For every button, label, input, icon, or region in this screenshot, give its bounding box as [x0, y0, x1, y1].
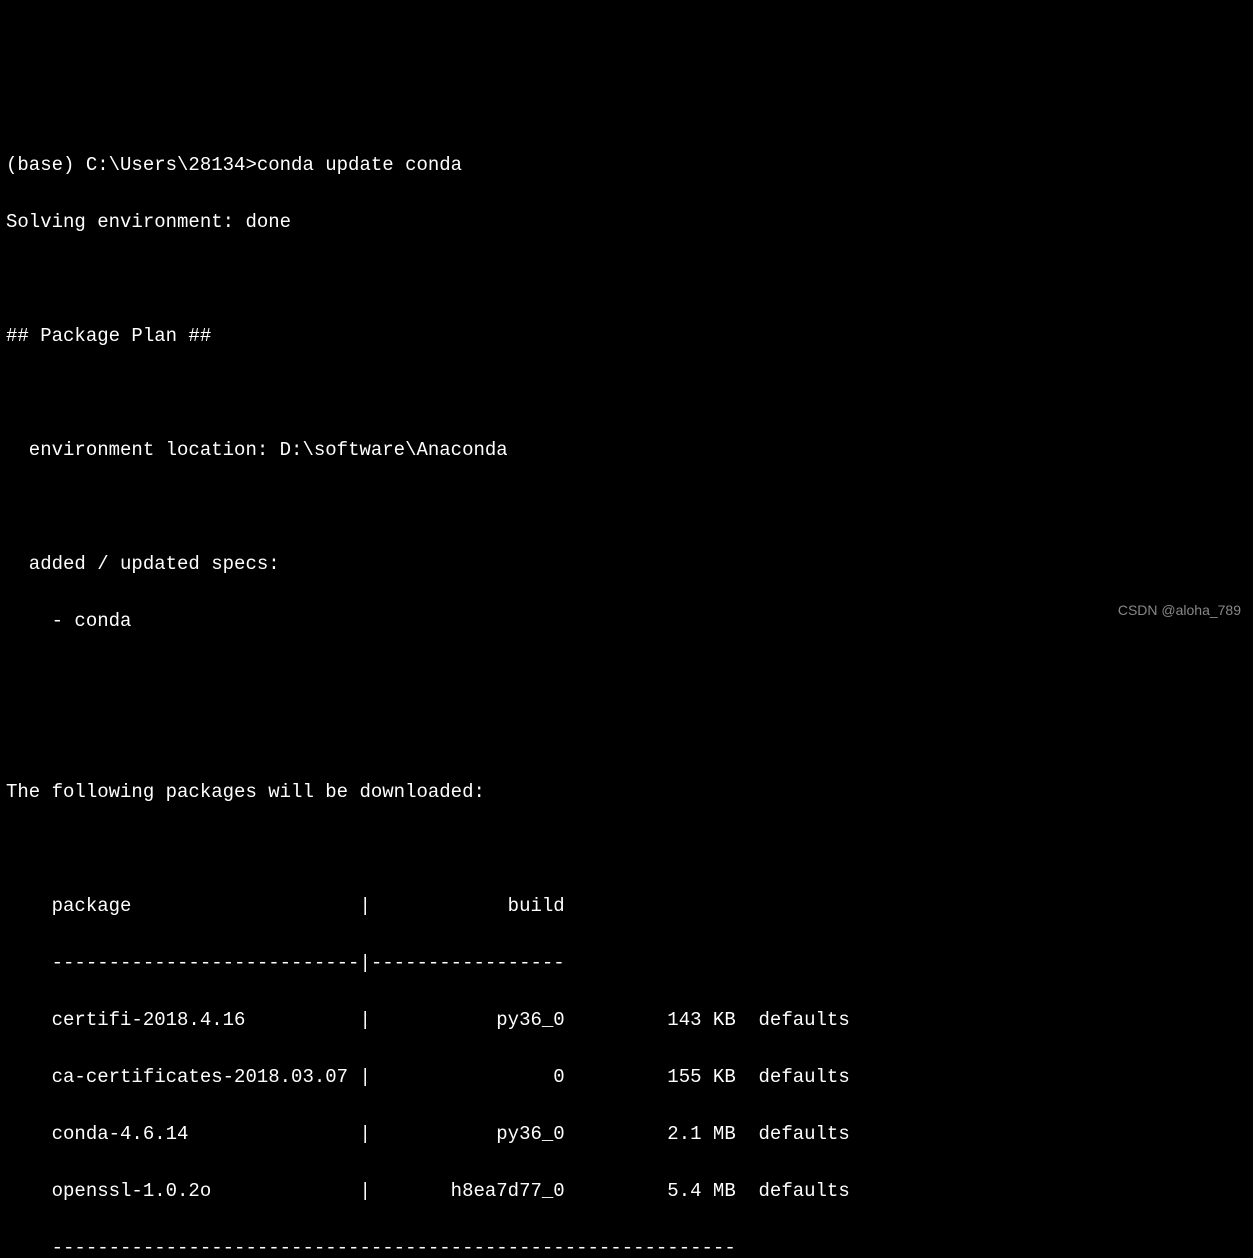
- blank-line: [6, 493, 1247, 522]
- env-location-line: environment location: D:\software\Anacon…: [6, 436, 1247, 465]
- env-location-label: environment location:: [6, 439, 280, 461]
- package-row: conda-4.6.14 | py36_0 2.1 MB defaults: [6, 1120, 1247, 1149]
- env-location-value: D:\software\Anaconda: [280, 439, 508, 461]
- added-specs-label: added / updated specs:: [6, 550, 1247, 579]
- spec-item: - conda: [6, 607, 1247, 636]
- package-row: ca-certificates-2018.03.07 | 0 155 KB de…: [6, 1063, 1247, 1092]
- download-header: The following packages will be downloade…: [6, 778, 1247, 807]
- table-header: package | build: [6, 892, 1247, 921]
- blank-line: [6, 721, 1247, 750]
- blank-line: [6, 379, 1247, 408]
- prompt: (base) C:\Users\28134>: [6, 154, 257, 176]
- terminal-output: (base) C:\Users\28134>conda update conda…: [6, 122, 1247, 1258]
- table-divider-bottom: ----------------------------------------…: [6, 1234, 1247, 1258]
- blank-line: [6, 265, 1247, 294]
- package-row: openssl-1.0.2o | h8ea7d77_0 5.4 MB defau…: [6, 1177, 1247, 1206]
- table-divider-top: ---------------------------|------------…: [6, 949, 1247, 978]
- blank-line: [6, 835, 1247, 864]
- solving-line: Solving environment: done: [6, 208, 1247, 237]
- blank-line: [6, 664, 1247, 693]
- package-plan-header: ## Package Plan ##: [6, 322, 1247, 351]
- prompt-line: (base) C:\Users\28134>conda update conda: [6, 151, 1247, 180]
- watermark: CSDN @aloha_789: [1118, 600, 1241, 621]
- command-text: conda update conda: [257, 154, 462, 176]
- package-row: certifi-2018.4.16 | py36_0 143 KB defaul…: [6, 1006, 1247, 1035]
